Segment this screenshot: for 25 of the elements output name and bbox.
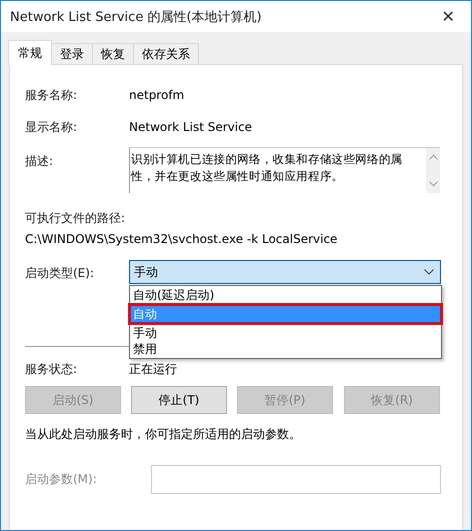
startup-type-dropdown[interactable]: 手动 [129, 260, 441, 284]
dropdown-option[interactable]: 禁用 [130, 341, 441, 357]
field-value: Network List Service [129, 120, 252, 134]
dropdown-option[interactable]: 手动 [130, 325, 441, 341]
field-value: C:\WINDOWS\System32\svchost.exe -k LocalService [25, 232, 338, 246]
dropdown-option[interactable]: 自动(延迟启动) [130, 287, 441, 303]
service-button[interactable]: 停止(T) [131, 386, 227, 414]
field-label: 启动参数(M): [25, 471, 98, 488]
field-label: 显示名称: [25, 118, 78, 136]
field-label: 启动类型(E): [25, 265, 95, 282]
tab[interactable]: 依存关系 [133, 43, 199, 64]
field-label: 服务名称: [25, 86, 78, 104]
scroll-up-icon[interactable] [428, 154, 438, 160]
status-value: 正在运行 [129, 360, 177, 378]
window-title: Network List Service 的属性(本地计算机) [10, 8, 262, 26]
close-button[interactable]: ✕ [425, 1, 471, 32]
description-field[interactable]: 识别计算机已连接的网络，收集和存储这些网络的属性，并在更改这些属性时通知应用程序。 [129, 147, 440, 193]
field-value: netprofm [129, 88, 184, 102]
caret-icon [424, 269, 434, 275]
field-label: 服务状态: [25, 360, 78, 378]
scroll-down-icon[interactable] [428, 181, 438, 187]
field-label: 可执行文件的路径: [25, 210, 126, 227]
tab[interactable]: 常规 [8, 40, 52, 65]
field-label: 描述: [25, 153, 54, 170]
hint-text: 当从此处启动服务时，你可指定所适用的启动参数。 [25, 426, 302, 443]
